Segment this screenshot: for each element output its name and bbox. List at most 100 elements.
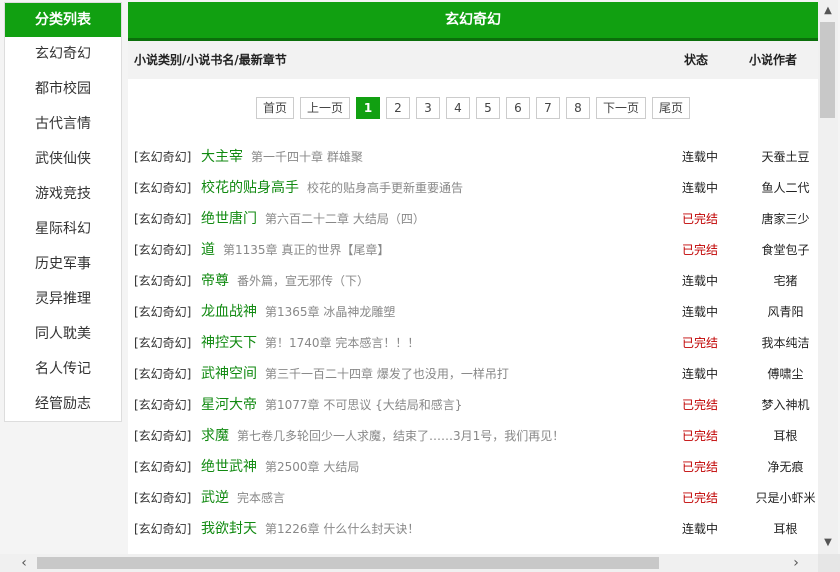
book-title-text[interactable]: 帝尊	[201, 273, 229, 289]
page-button-current[interactable]: 1	[356, 97, 380, 119]
page-button[interactable]: 6	[506, 97, 530, 119]
latest-chapter-link[interactable]: 第1077章 不可思议 {大结局和感言}	[265, 398, 462, 412]
book-author[interactable]: 耳根	[738, 421, 818, 452]
vertical-scrollbar[interactable]: ▲ ▼	[818, 0, 838, 554]
sidebar-item[interactable]: 星际科幻	[5, 212, 121, 247]
latest-chapter-link[interactable]: 第1135章 真正的世界【尾章】	[223, 243, 389, 257]
book-title-text[interactable]: 道	[201, 242, 215, 258]
prev-page-button[interactable]: 上一页	[299, 97, 350, 119]
sidebar-item[interactable]: 灵异推理	[5, 282, 121, 317]
book-title-text[interactable]: 绝世武神	[201, 459, 257, 475]
book-category: [玄幻奇幻]	[134, 181, 192, 195]
book-author[interactable]: 风青阳	[738, 297, 818, 328]
latest-chapter-link[interactable]: 第三千一百二十四章 爆发了也没用，一样吊打	[265, 367, 509, 381]
book-title-text[interactable]: 求魔	[201, 428, 229, 444]
table-row: [玄幻奇幻] 校花的贴身高手 校花的贴身高手更新重要通告 连载中 鱼人二代	[128, 173, 818, 204]
scroll-left-icon[interactable]: ‹	[14, 554, 34, 572]
book-title-text[interactable]: 星河大帝	[201, 397, 257, 413]
horizontal-scroll-thumb[interactable]	[37, 557, 659, 569]
latest-chapter-link[interactable]: 第！1740章 完本感言！！！	[265, 336, 419, 350]
book-title-link[interactable]: 绝世唐门 第六百二十二章 大结局（四）	[201, 204, 425, 235]
book-title-link[interactable]: 绝世武神 第2500章 大结局	[201, 452, 359, 483]
page-button[interactable]: 2	[386, 97, 410, 119]
latest-chapter-link[interactable]: 第2500章 大结局	[265, 460, 359, 474]
latest-chapter-link[interactable]: 第一千四十章 群雄聚	[251, 150, 363, 164]
book-author[interactable]: 梦入神机	[738, 390, 818, 421]
book-title-text[interactable]: 武逆	[201, 490, 229, 506]
table-row: [玄幻奇幻] 龙血战神 第1365章 冰晶神龙雕塑 连载中 风青阳	[128, 297, 818, 328]
book-author[interactable]: 只是小虾米	[738, 483, 818, 514]
sidebar-item[interactable]: 同人耽美	[5, 317, 121, 352]
book-title-link[interactable]: 求魔 第七卷几多轮回少一人求魔，结束了……3月1号，我们再见！	[201, 421, 564, 452]
book-author[interactable]: 食堂包子	[738, 235, 818, 266]
book-title-text[interactable]: 校花的贴身高手	[201, 180, 299, 196]
scroll-up-icon[interactable]: ▲	[818, 2, 838, 20]
latest-chapter-link[interactable]: 第1365章 冰晶神龙雕塑	[265, 305, 395, 319]
book-title-text[interactable]: 龙血战神	[201, 304, 257, 320]
scroll-down-icon[interactable]: ▼	[818, 534, 838, 552]
first-page-button[interactable]: 首页	[255, 97, 294, 119]
sidebar-item[interactable]: 游戏竞技	[5, 177, 121, 212]
sidebar-item[interactable]: 都市校园	[5, 72, 121, 107]
book-title-text[interactable]: 绝世唐门	[201, 211, 257, 227]
book-title-text[interactable]: 大主宰	[201, 149, 243, 165]
last-page-button[interactable]: 尾页	[652, 97, 691, 119]
vertical-scroll-thumb[interactable]	[820, 22, 835, 118]
book-title-link[interactable]: 大主宰 第一千四十章 群雄聚	[201, 142, 363, 173]
page-button[interactable]: 3	[416, 97, 440, 119]
category-list: 玄幻奇幻 都市校园 古代言情 武侠仙侠 游戏竞技 星际科幻 历史军事 灵异推理 …	[5, 37, 121, 422]
sidebar-item[interactable]: 历史军事	[5, 247, 121, 282]
sidebar-item[interactable]: 玄幻奇幻	[5, 37, 121, 72]
page-button[interactable]: 5	[476, 97, 500, 119]
page-button[interactable]: 8	[566, 97, 590, 119]
book-title-link[interactable]: 武逆 完本感言	[201, 483, 285, 514]
status-badge: 已完结	[681, 336, 718, 350]
book-author[interactable]: 傅啸尘	[738, 359, 818, 390]
page-button[interactable]: 7	[536, 97, 560, 119]
book-title-link[interactable]: 神控天下 第！1740章 完本感言！！！	[201, 328, 419, 359]
sidebar-item[interactable]: 经管励志	[5, 387, 121, 422]
table-row: [玄幻奇幻] 星河大帝 第1077章 不可思议 {大结局和感言} 已完结 梦入神机	[128, 390, 818, 421]
latest-chapter-link[interactable]: 完本感言	[237, 491, 285, 505]
book-title-link[interactable]: 星河大帝 第1077章 不可思议 {大结局和感言}	[201, 390, 462, 421]
latest-chapter-link[interactable]: 第六百二十二章 大结局（四）	[265, 212, 425, 226]
table-row: [玄幻奇幻] 道第1135章 真正的世界【尾章】 已完结 食堂包子	[128, 235, 818, 266]
book-title-link[interactable]: 龙血战神 第1365章 冰晶神龙雕塑	[201, 297, 395, 328]
book-title-link[interactable]: 武神空间 第三千一百二十四章 爆发了也没用，一样吊打	[201, 359, 509, 390]
book-title-link[interactable]: 道第1135章 真正的世界【尾章】	[201, 235, 389, 266]
book-title-link[interactable]: 帝尊 番外篇，宣无邪传（下）	[201, 266, 369, 297]
latest-chapter-link[interactable]: 番外篇，宣无邪传（下）	[237, 274, 369, 288]
book-title-text[interactable]: 武神空间	[201, 366, 257, 382]
sidebar-item[interactable]: 古代言情	[5, 107, 121, 142]
status-badge: 连载中	[681, 305, 718, 319]
book-title-text[interactable]: 神控天下	[201, 335, 257, 351]
latest-chapter-link[interactable]: 第1226章 什么什么封天诀！	[265, 522, 419, 536]
book-author[interactable]: 净无痕	[738, 452, 818, 483]
book-title-text[interactable]: 我欲封天	[201, 521, 257, 537]
status-badge: 已完结	[681, 212, 718, 226]
status-badge: 连载中	[681, 150, 718, 164]
book-category: [玄幻奇幻]	[134, 274, 192, 288]
book-author[interactable]: 宅猪	[738, 266, 818, 297]
book-author[interactable]: 天蚕土豆	[738, 142, 818, 173]
book-author[interactable]: 耳根	[738, 514, 818, 545]
book-author[interactable]: 我本纯洁	[738, 328, 818, 359]
status-badge: 连载中	[681, 274, 718, 288]
table-row: [玄幻奇幻] 神控天下 第！1740章 完本感言！！！ 已完结 我本纯洁	[128, 328, 818, 359]
book-author[interactable]: 鱼人二代	[738, 173, 818, 204]
sidebar-item[interactable]: 武侠仙侠	[5, 142, 121, 177]
sidebar-item[interactable]: 名人传记	[5, 352, 121, 387]
scroll-right-icon[interactable]: ›	[786, 554, 806, 572]
horizontal-scrollbar[interactable]: ‹ ›	[0, 554, 840, 572]
pagination: 首页 上一页 1 2 3 4 5 6 7 8 下一页 尾页	[128, 97, 818, 119]
book-title-link[interactable]: 我欲封天 第1226章 什么什么封天诀！	[201, 514, 419, 545]
panel-title: 玄幻奇幻	[128, 2, 818, 41]
status-badge: 连载中	[681, 181, 718, 195]
book-title-link[interactable]: 校花的贴身高手 校花的贴身高手更新重要通告	[201, 173, 463, 204]
latest-chapter-link[interactable]: 校花的贴身高手更新重要通告	[307, 181, 463, 195]
book-author[interactable]: 唐家三少	[738, 204, 818, 235]
page-button[interactable]: 4	[446, 97, 470, 119]
latest-chapter-link[interactable]: 第七卷几多轮回少一人求魔，结束了……3月1号，我们再见！	[237, 429, 564, 443]
book-category: [玄幻奇幻]	[134, 150, 192, 164]
next-page-button[interactable]: 下一页	[596, 97, 647, 119]
